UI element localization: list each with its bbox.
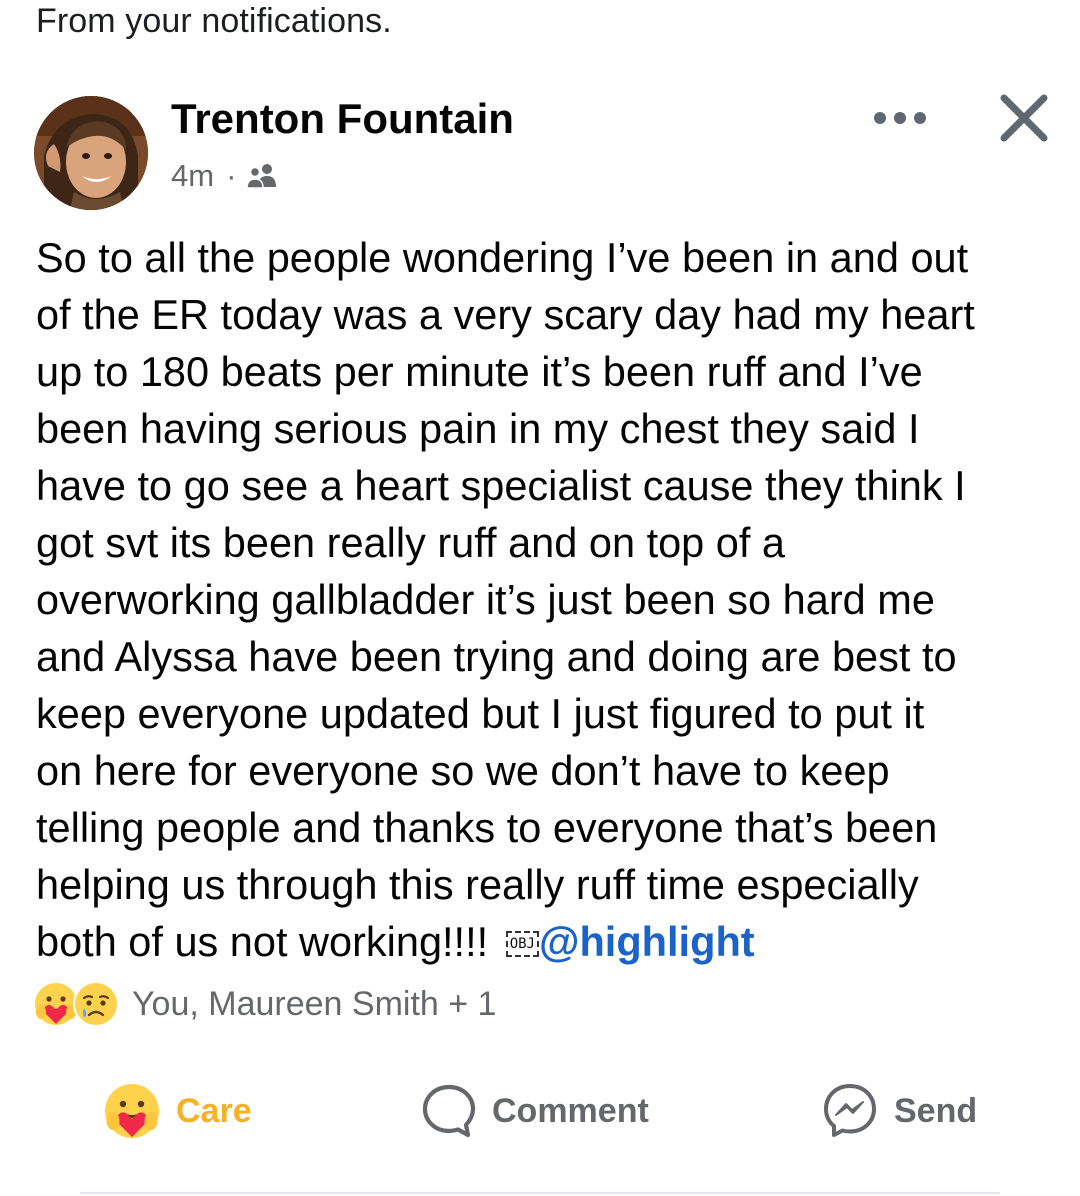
meta-separator: · <box>226 158 237 193</box>
post-text-line: helping us through this really ruff time… <box>36 861 919 908</box>
post-text-line: So to all the people wondering I’ve been… <box>36 234 969 281</box>
post-meta: 4m · <box>171 158 278 194</box>
care-label: Care <box>176 1091 252 1130</box>
post-text-line: on here for everyone so we don’t have to… <box>36 747 890 794</box>
post-text-line: telling people and thanks to everyone th… <box>36 804 938 851</box>
author-name[interactable]: Trenton Fountain <box>171 95 514 143</box>
post-text-line: of the ER today was a very scary day had… <box>36 291 975 338</box>
friends-icon[interactable] <box>246 162 278 190</box>
post-text-line: got svt its been really ruff and on top … <box>36 519 786 566</box>
divider <box>80 1192 1000 1194</box>
post-text-line: have to go see a heart specialist cause … <box>36 462 966 509</box>
post-text-last-line: both of us not working!!!! OBJ@highlight <box>36 913 1054 970</box>
post-timestamp[interactable]: 4m <box>171 158 214 194</box>
reactions-summary-text: You, Maureen Smith + 1 <box>132 984 497 1023</box>
comment-bubble-icon <box>422 1084 476 1138</box>
post-text: So to all the people wondering I’ve been… <box>36 229 1054 970</box>
care-emoji-icon <box>105 1084 159 1138</box>
post-text-line: both of us not working!!!! <box>36 918 500 965</box>
object-placeholder-icon: OBJ <box>505 931 539 957</box>
author-avatar[interactable] <box>34 96 148 210</box>
reactions-summary[interactable]: You, Maureen Smith + 1 <box>32 978 496 1030</box>
comment-button[interactable]: Comment <box>420 1075 649 1147</box>
mention-link[interactable]: @highlight <box>539 918 755 965</box>
more-dots-icon <box>874 112 926 124</box>
sad-emoji-icon <box>72 980 120 1028</box>
messenger-icon <box>824 1084 876 1137</box>
close-button[interactable] <box>996 90 1052 146</box>
close-icon <box>1000 94 1048 142</box>
send-label: Send <box>894 1091 978 1130</box>
avatar-photo <box>34 96 148 210</box>
post-text-line: overworking gallbladder it’s just been s… <box>36 576 935 623</box>
post-text-line: been having serious pain in my chest the… <box>36 405 920 452</box>
send-button[interactable]: Send <box>820 1075 977 1147</box>
comment-label: Comment <box>492 1091 649 1130</box>
more-options-button[interactable] <box>868 98 932 138</box>
post-text-line: up to 180 beats per minute it’s been ruf… <box>36 348 923 395</box>
post-text-line: keep everyone updated but I just figured… <box>36 690 925 737</box>
notification-source-label: From your notifications. <box>36 2 392 40</box>
care-reaction-button[interactable]: Care <box>102 1075 252 1147</box>
post-text-line: and Alyssa have been trying and doing ar… <box>36 633 957 680</box>
post-actions-bar: Care Comment Send <box>0 1075 1080 1147</box>
